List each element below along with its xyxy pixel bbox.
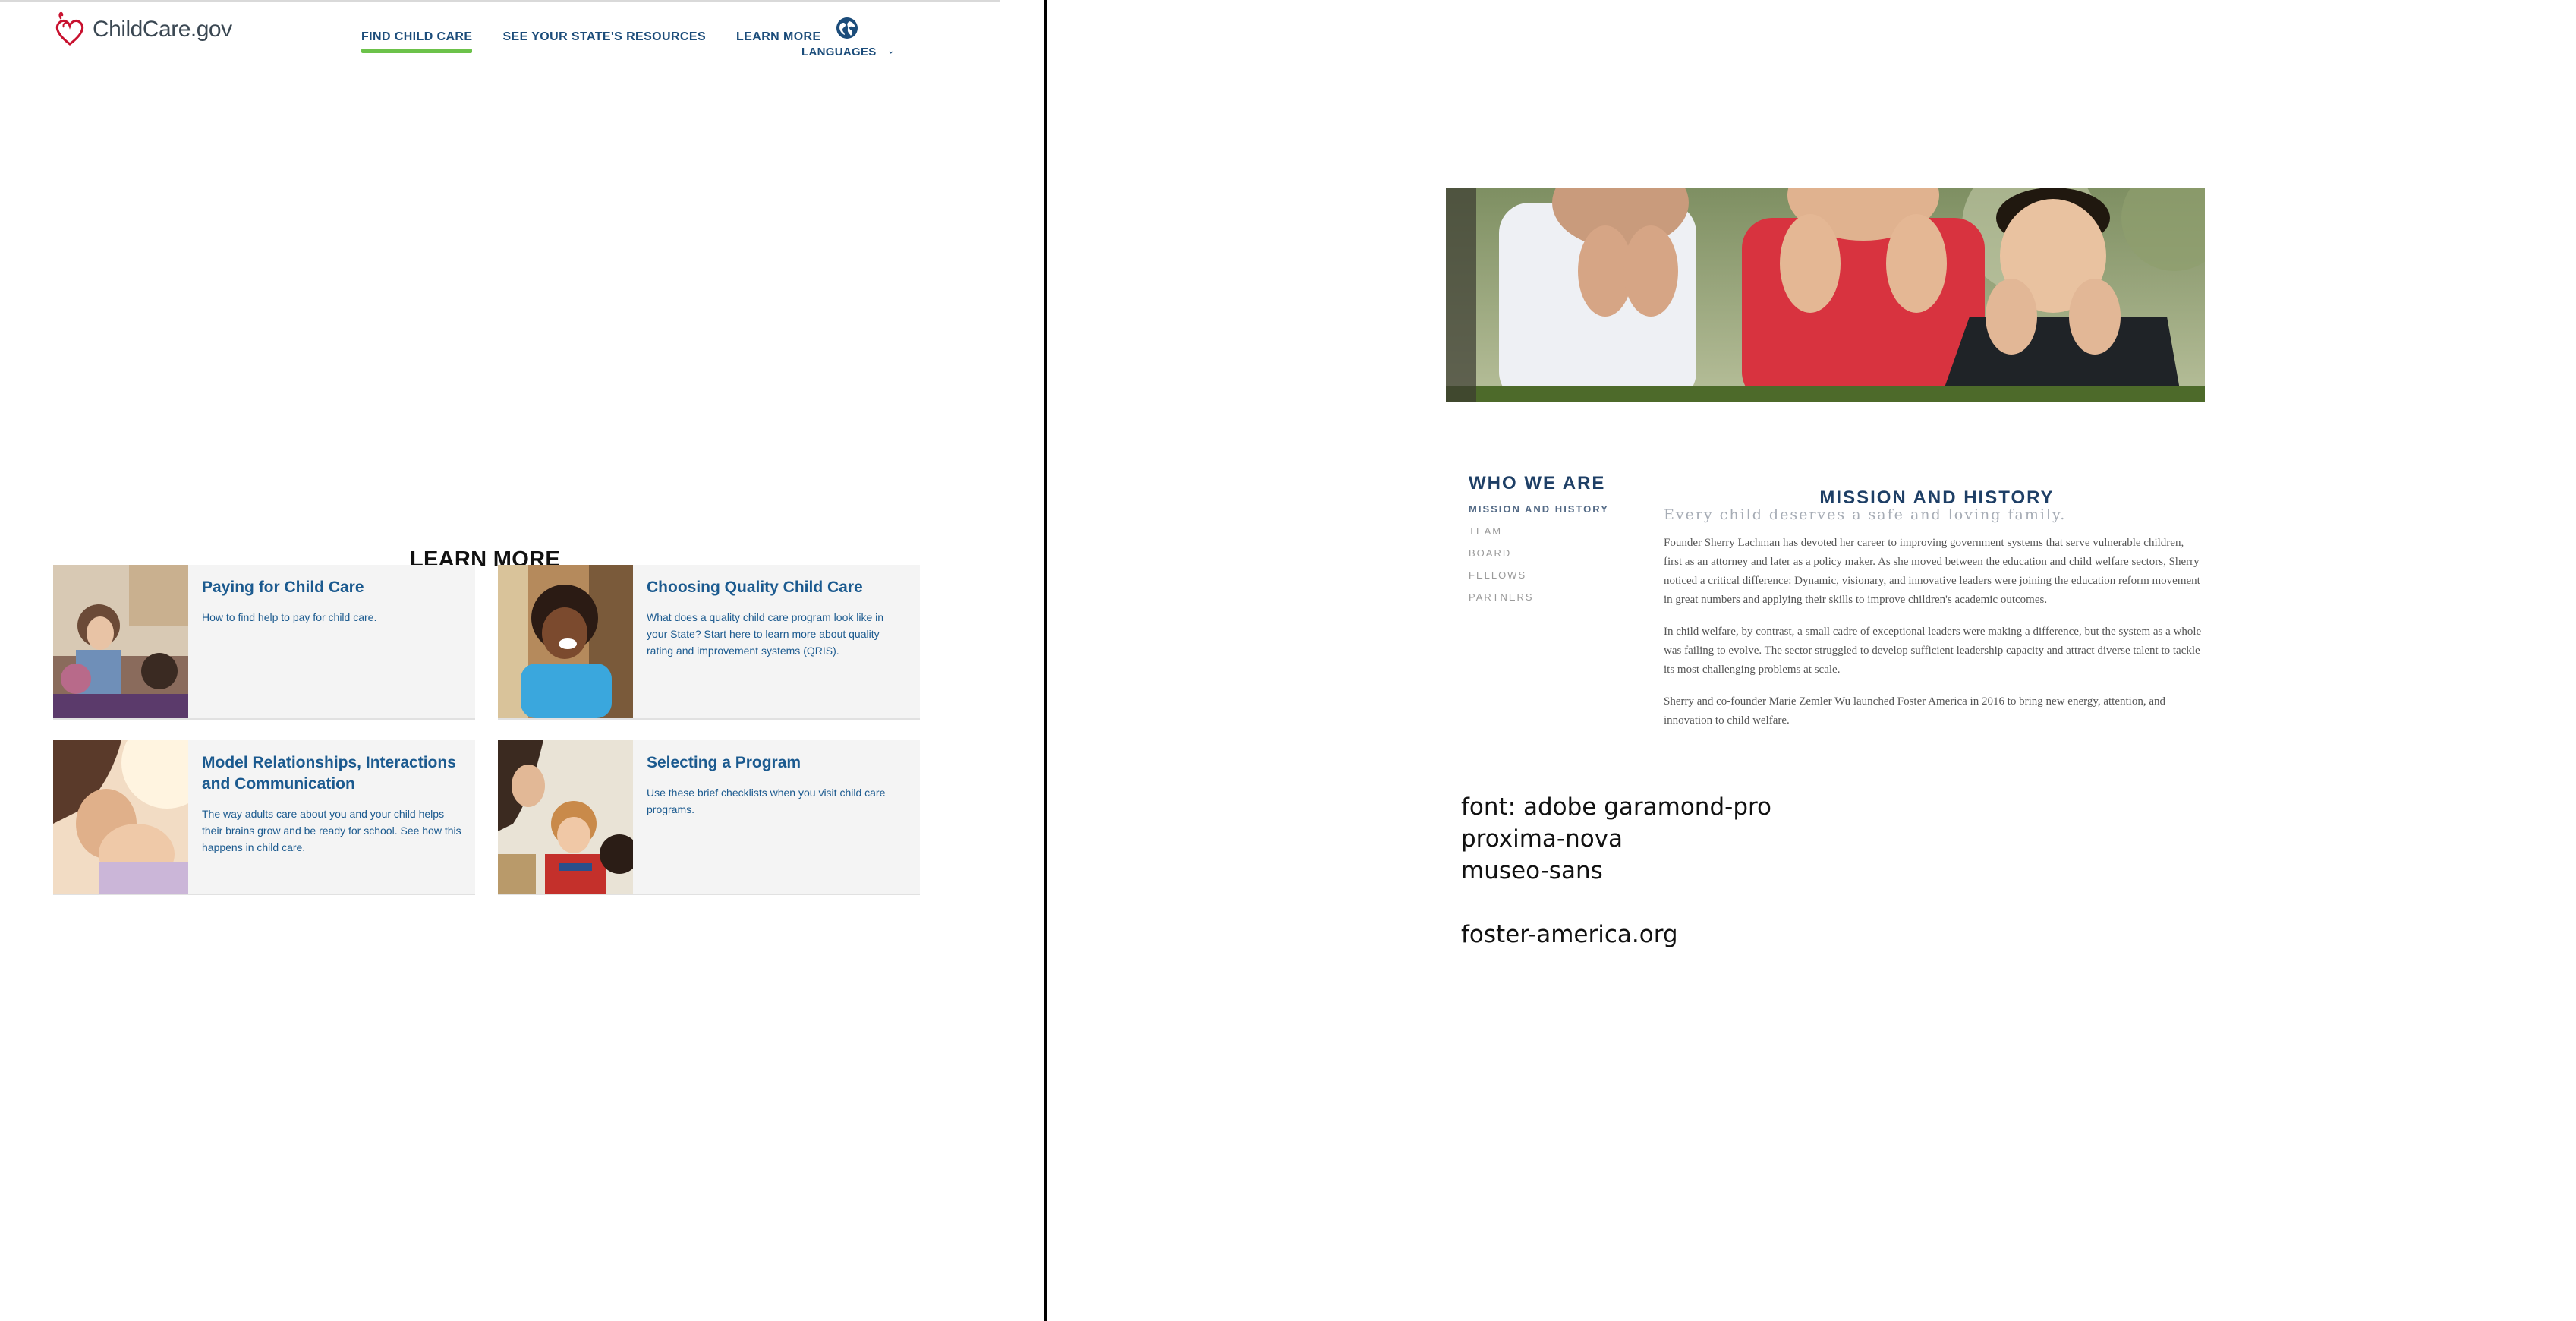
body-paragraph: Founder Sherry Lachman has devoted her c… <box>1664 537 2200 606</box>
card-description: The way adults care about you and your c… <box>202 808 461 853</box>
main-navigation: FIND CHILD CARE SEE YOUR STATE'S RESOURC… <box>361 30 821 53</box>
card-paying-for-child-care[interactable]: Paying for Child Care How to find help t… <box>53 565 475 720</box>
card-model-relationships[interactable]: Model Relationships, Interactions and Co… <box>53 740 475 895</box>
nav-find-child-care[interactable]: FIND CHILD CARE <box>361 30 473 53</box>
card-selecting-a-program[interactable]: Selecting a Program Use these brief chec… <box>498 740 920 895</box>
hero-image <box>1446 188 2205 402</box>
font-note-garamond: font: adobe garamond-pro <box>1461 793 1772 821</box>
notes-spacer <box>1461 887 1771 919</box>
sidebar-item-fellows[interactable]: FELLOWS <box>1469 569 1609 581</box>
card-description: Use these brief checklists when you visi… <box>647 787 886 815</box>
body-paragraph: In child welfare, by contrast, a small c… <box>1664 626 2202 676</box>
mission-and-history-title: MISSION AND HISTORY <box>1819 487 2055 508</box>
who-we-are-sidebar: WHO WE ARE MISSION AND HISTORY TEAM BOAR… <box>1469 473 1609 613</box>
sidebar-item-mission-and-history[interactable]: MISSION AND HISTORY <box>1469 503 1609 515</box>
foster-america-screenshot: WHO WE ARE MISSION AND HISTORY TEAM BOAR… <box>1047 0 2576 1321</box>
card-image <box>498 740 633 894</box>
card-choosing-quality-child-care[interactable]: Choosing Quality Child Care What does a … <box>498 565 920 720</box>
heart-logo-icon <box>55 11 84 46</box>
card-image <box>53 565 188 718</box>
languages-menu[interactable]: LANGUAGES <box>801 17 893 58</box>
site-logo[interactable]: ChildCare.gov <box>53 11 232 49</box>
site-name: ChildCare.gov <box>93 17 232 42</box>
childcare-gov-screenshot: ChildCare.gov FIND CHILD CARE SEE YOUR S… <box>0 0 1000 1321</box>
card-image <box>498 565 633 718</box>
chevron-down-icon <box>888 51 893 54</box>
sidebar-item-partners[interactable]: PARTNERS <box>1469 591 1609 603</box>
site-url-note: foster-america.org <box>1461 921 1678 948</box>
card-image <box>53 740 188 894</box>
nav-state-resources[interactable]: SEE YOUR STATE'S RESOURCES <box>502 30 706 53</box>
sidebar-item-team[interactable]: TEAM <box>1469 525 1609 537</box>
card-title[interactable]: Choosing Quality Child Care <box>647 577 906 598</box>
font-note-museo: museo-sans <box>1461 857 1603 884</box>
top-border <box>0 0 1000 2</box>
tagline: Every child deserves a safe and loving f… <box>1664 506 2067 523</box>
card-description: What does a quality child care program l… <box>647 611 884 657</box>
card-description: How to find help to pay for child care. <box>202 611 377 623</box>
who-we-are-title: WHO WE ARE <box>1469 473 1606 493</box>
card-title[interactable]: Model Relationships, Interactions and Co… <box>202 752 461 795</box>
card-title[interactable]: Paying for Child Care <box>202 577 461 598</box>
font-note-proxima: proxima-nova <box>1461 825 1623 853</box>
design-notes: font: adobe garamond-pro proxima-nova mu… <box>1461 791 1771 951</box>
sidebar-item-board[interactable]: BOARD <box>1469 547 1609 559</box>
body-paragraph: Sherry and co-founder Marie Zemler Wu la… <box>1664 695 2166 727</box>
globe-icon <box>836 17 858 39</box>
languages-label: LANGUAGES <box>801 46 877 58</box>
card-title[interactable]: Selecting a Program <box>647 752 906 774</box>
